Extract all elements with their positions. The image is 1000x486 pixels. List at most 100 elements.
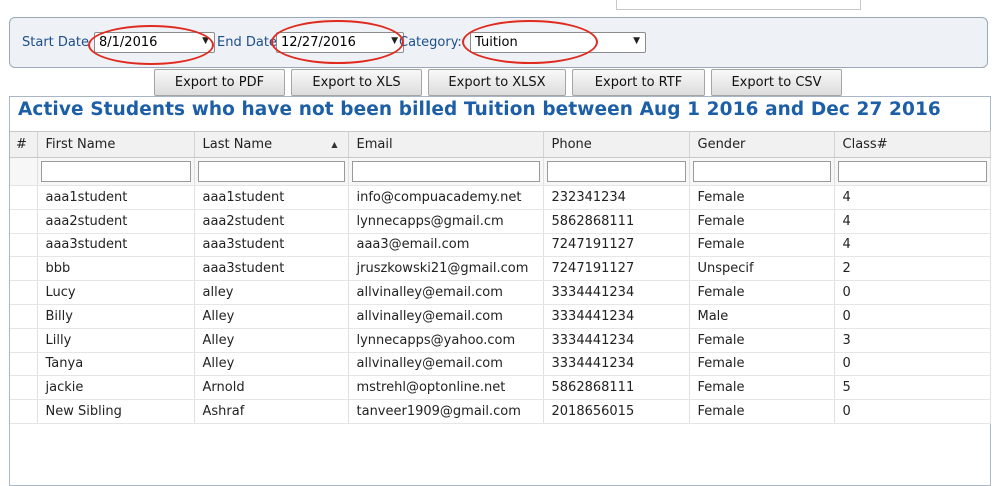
cell-last-name: Alley — [194, 304, 349, 329]
cell-gender: Male — [689, 304, 835, 329]
cell-email: allvinalley@email.com — [348, 352, 544, 377]
cell-gender: Female — [689, 185, 835, 210]
column-header-first-name[interactable]: First Name — [37, 131, 195, 158]
cell-phone: 5862868111 — [543, 209, 690, 234]
filter-input-email[interactable] — [351, 161, 540, 182]
export-pdf-button[interactable]: Export to PDF — [154, 69, 285, 96]
cell-last-name: Alley — [194, 328, 349, 353]
cell-number — [10, 280, 38, 305]
cell-class: 0 — [834, 352, 991, 377]
cell-email: aaa3@email.com — [348, 233, 544, 258]
column-header-email[interactable]: Email — [348, 131, 544, 158]
table-row[interactable]: Lucy alley allvinalley@email.com 3334441234… — [10, 280, 991, 305]
cell-class: 3 — [834, 328, 991, 353]
category-value: Tuition — [475, 35, 518, 50]
cell-number — [10, 375, 38, 401]
cell-class: 0 — [834, 304, 991, 329]
cell-first-name: bbb — [37, 256, 195, 282]
cell-gender: Female — [689, 399, 835, 424]
table-row[interactable]: Billy Alley allvinalley@email.com 333444123… — [10, 304, 991, 329]
cell-phone: 2018656015 — [543, 399, 690, 424]
table-row[interactable]: New Sibling Ashraf tanveer1909@gmail.com 20… — [10, 399, 991, 424]
report-grid: Active Students who have not been billed… — [9, 96, 991, 486]
cell-last-name: alley — [194, 280, 349, 305]
filter-cell-number — [10, 157, 38, 186]
cell-gender: Female — [689, 328, 835, 353]
end-date-value: 12/27/2016 — [281, 35, 356, 50]
column-header-class[interactable]: Class# — [834, 131, 991, 158]
cell-class: 4 — [834, 233, 991, 258]
export-rtf-button[interactable]: Export to RTF — [572, 69, 705, 96]
start-date-select[interactable]: 8/1/2016 ▼ — [94, 32, 215, 53]
cell-class: 0 — [834, 399, 991, 424]
column-header-last-name[interactable]: Last Name ▲ — [194, 131, 349, 158]
cell-phone: 3334441234 — [543, 304, 690, 329]
cell-email: info@compuacademy.net — [348, 185, 544, 210]
chevron-down-icon: ▼ — [633, 36, 640, 46]
cell-phone: 232341234 — [543, 185, 690, 210]
cell-first-name: aaa3student — [37, 233, 195, 258]
cell-class: 5 — [834, 375, 991, 401]
cell-email: mstrehl@optonline.net — [348, 375, 544, 401]
cell-first-name: jackie — [37, 375, 195, 401]
cell-email: tanveer1909@gmail.com — [348, 399, 544, 424]
cell-phone: 3334441234 — [543, 280, 690, 305]
sort-ascending-icon: ▲ — [331, 140, 338, 149]
filter-input-class[interactable] — [837, 161, 987, 182]
cell-gender: Female — [689, 352, 835, 377]
cell-last-name: aaa2student — [194, 209, 349, 234]
table-row[interactable]: Lilly Alley lynnecapps@yahoo.com 3334441234… — [10, 328, 991, 353]
table-row[interactable]: aaa2student aaa2student lynnecapps@gmail.c… — [10, 209, 991, 234]
cell-number — [10, 256, 38, 282]
column-header-gender[interactable]: Gender — [689, 131, 835, 158]
table-row[interactable]: jackie Arnold mstrehl@optonline.net 5862868… — [10, 375, 991, 401]
filter-input-gender[interactable] — [692, 161, 831, 182]
cell-class: 4 — [834, 209, 991, 234]
table-row[interactable]: Tanya Alley allvinalley@email.com 333444123… — [10, 352, 991, 377]
cell-email: lynnecapps@gmail.cm — [348, 209, 544, 234]
table-row[interactable]: aaa1student aaa1student info@compuacademy.… — [10, 185, 991, 210]
cell-class: 2 — [834, 256, 991, 282]
cell-gender: Female — [689, 375, 835, 401]
cell-email: allvinalley@email.com — [348, 280, 544, 305]
cell-number — [10, 328, 38, 353]
cell-phone: 3334441234 — [543, 352, 690, 377]
export-csv-button[interactable]: Export to CSV — [711, 69, 842, 96]
cell-number — [10, 352, 38, 377]
cell-phone: 3334441234 — [543, 328, 690, 353]
cell-last-name: Ashraf — [194, 399, 349, 424]
column-header-number[interactable]: # — [10, 131, 38, 158]
cell-first-name: aaa2student — [37, 209, 195, 234]
filter-input-phone[interactable] — [546, 161, 686, 182]
cell-last-name: Alley — [194, 352, 349, 377]
cell-phone: 5862868111 — [543, 375, 690, 401]
cell-email: jruszkowski21@gmail.com — [348, 256, 544, 282]
start-date-label: Start Date — [22, 35, 89, 50]
cell-number — [10, 185, 38, 210]
cell-number — [10, 399, 38, 424]
cell-phone: 7247191127 — [543, 256, 690, 282]
category-label: Category: — [399, 35, 462, 50]
cell-gender: Female — [689, 280, 835, 305]
cell-first-name: aaa1student — [37, 185, 195, 210]
filter-input-last-name[interactable] — [197, 161, 345, 182]
filter-input-first-name[interactable] — [40, 161, 191, 182]
cell-first-name: New Sibling — [37, 399, 195, 424]
export-xls-button[interactable]: Export to XLS — [291, 69, 422, 96]
chevron-down-icon: ▼ — [391, 36, 398, 46]
cell-phone: 7247191127 — [543, 233, 690, 258]
table-row[interactable]: aaa3student aaa3student aaa3@email.com 7247… — [10, 233, 991, 258]
cell-gender: Female — [689, 233, 835, 258]
cell-last-name: aaa1student — [194, 185, 349, 210]
cell-first-name: Lucy — [37, 280, 195, 305]
table-row[interactable]: bbb aaa3student jruszkowski21@gmail.com 724… — [10, 256, 991, 282]
report-title: Active Students who have not been billed… — [18, 99, 941, 120]
chevron-down-icon: ▼ — [202, 36, 209, 46]
cell-number — [10, 304, 38, 329]
category-select[interactable]: Tuition ▼ — [470, 32, 646, 53]
export-xlsx-button[interactable]: Export to XLSX — [428, 69, 566, 96]
column-header-phone[interactable]: Phone — [543, 131, 690, 158]
end-date-select[interactable]: 12/27/2016 ▼ — [276, 32, 404, 53]
filter-row — [10, 157, 991, 186]
cell-gender: Unspecif — [689, 256, 835, 282]
